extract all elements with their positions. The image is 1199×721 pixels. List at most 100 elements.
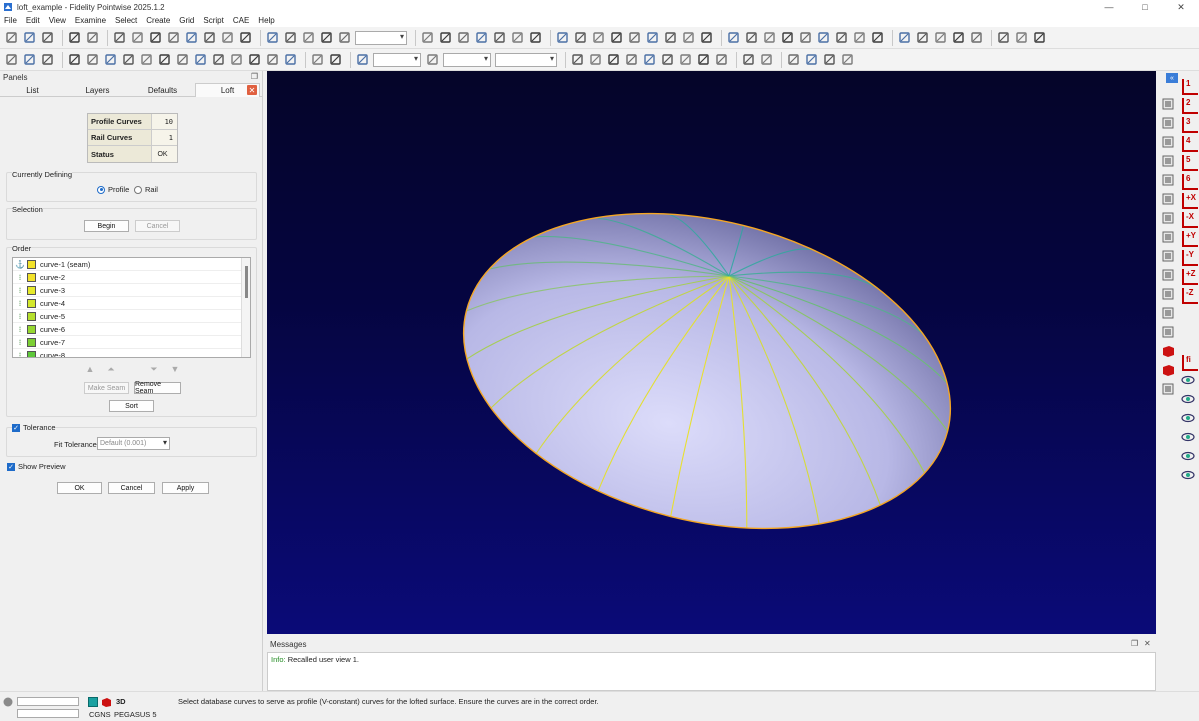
diamond-icon[interactable] bbox=[933, 30, 948, 45]
tab-layers[interactable]: Layers bbox=[65, 83, 130, 97]
rotate-view-icon[interactable] bbox=[1160, 229, 1175, 244]
eye-f-icon[interactable] bbox=[1180, 467, 1195, 482]
close-window-button[interactable]: ✕ bbox=[1163, 0, 1199, 14]
filter-icon[interactable] bbox=[184, 30, 199, 45]
plane-view-icon[interactable] bbox=[1160, 134, 1175, 149]
shape-icon[interactable] bbox=[726, 30, 741, 45]
probe-d-icon[interactable] bbox=[804, 52, 819, 67]
menu-cae[interactable]: CAE bbox=[233, 16, 249, 25]
fit-view-icon[interactable]: fi bbox=[1182, 355, 1198, 371]
list-item[interactable]: ⁝ curve-7 bbox=[13, 336, 250, 349]
shape-b-icon[interactable] bbox=[744, 30, 759, 45]
orbit-icon[interactable] bbox=[714, 52, 729, 67]
circle-icon[interactable] bbox=[663, 30, 678, 45]
3d-viewport[interactable] bbox=[267, 71, 1156, 634]
block-view-icon[interactable] bbox=[1160, 153, 1175, 168]
dim-b-icon[interactable] bbox=[588, 52, 603, 67]
ok-button[interactable]: OK bbox=[57, 482, 102, 494]
shade-k-icon[interactable] bbox=[247, 52, 262, 67]
axis-view-1[interactable]: 1 bbox=[1182, 79, 1198, 95]
curve-icon[interactable] bbox=[627, 30, 642, 45]
apply-button[interactable]: Apply bbox=[162, 482, 209, 494]
axis-icon[interactable] bbox=[699, 30, 714, 45]
shade-c-icon[interactable] bbox=[103, 52, 118, 67]
list-item[interactable]: ⁝ curve-3 bbox=[13, 284, 250, 297]
screen-view-icon[interactable] bbox=[1160, 191, 1175, 206]
list-item[interactable]: ⚓ curve-1 (seam) bbox=[13, 258, 250, 271]
axis-view-minus-y[interactable]: -Y bbox=[1182, 250, 1198, 266]
split-view-icon[interactable] bbox=[1160, 305, 1175, 320]
target-icon[interactable] bbox=[681, 30, 696, 45]
undo-icon[interactable] bbox=[67, 30, 82, 45]
menu-edit[interactable]: Edit bbox=[26, 16, 40, 25]
cube-red-b-icon[interactable] bbox=[1160, 362, 1175, 377]
cancel-button[interactable]: Cancel bbox=[108, 482, 155, 494]
eye-d-icon[interactable] bbox=[1180, 429, 1195, 444]
plane-icon[interactable] bbox=[238, 30, 253, 45]
menu-script[interactable]: Script bbox=[203, 16, 223, 25]
axis-view-minus-z[interactable]: -Z bbox=[1182, 288, 1198, 304]
tab-defaults[interactable]: Defaults bbox=[130, 83, 195, 97]
shade-g-icon[interactable] bbox=[175, 52, 190, 67]
menu-help[interactable]: Help bbox=[258, 16, 274, 25]
blank-view-icon[interactable] bbox=[1160, 115, 1175, 130]
toolbar-combo[interactable] bbox=[373, 52, 421, 67]
list-item[interactable]: ⁝ curve-5 bbox=[13, 310, 250, 323]
dim-icon[interactable] bbox=[570, 52, 585, 67]
grid-e-icon[interactable] bbox=[337, 30, 352, 45]
grid-c-icon[interactable] bbox=[301, 30, 316, 45]
save-icon[interactable] bbox=[40, 30, 55, 45]
point-icon[interactable] bbox=[420, 30, 435, 45]
conic-icon[interactable] bbox=[645, 30, 660, 45]
move-top-icon[interactable]: ⏶ bbox=[104, 364, 118, 374]
axis-view-2[interactable]: 2 bbox=[1182, 98, 1198, 114]
reset-view-icon[interactable] bbox=[1160, 381, 1175, 396]
move-up-icon[interactable]: ▲ bbox=[83, 364, 97, 374]
toolbar-combo[interactable] bbox=[495, 52, 557, 67]
dim-c-icon[interactable] bbox=[606, 52, 621, 67]
toolbar-combo[interactable] bbox=[355, 30, 407, 45]
connect-view-icon[interactable] bbox=[1160, 210, 1175, 225]
node-e-icon[interactable] bbox=[528, 30, 543, 45]
gear-icon[interactable] bbox=[4, 52, 19, 67]
menu-view[interactable]: View bbox=[49, 16, 66, 25]
layer-b-view-icon[interactable] bbox=[1160, 324, 1175, 339]
probe-f-icon[interactable] bbox=[840, 52, 855, 67]
list-item[interactable]: ⁝ curve-4 bbox=[13, 297, 250, 310]
begin-button[interactable]: Begin bbox=[84, 220, 129, 232]
remove-seam-button[interactable]: Remove Seam bbox=[134, 381, 181, 395]
tab-list[interactable]: List bbox=[0, 83, 65, 97]
probe-c-icon[interactable] bbox=[786, 52, 801, 67]
cube-icon[interactable] bbox=[202, 30, 217, 45]
toolbar-combo[interactable] bbox=[443, 52, 491, 67]
shade-f-icon[interactable] bbox=[157, 52, 172, 67]
list-item[interactable]: ⁝ curve-2 bbox=[13, 271, 250, 284]
triangle-icon[interactable] bbox=[951, 30, 966, 45]
new-icon[interactable] bbox=[4, 30, 19, 45]
grid-d-icon[interactable] bbox=[319, 30, 334, 45]
axis-view-4[interactable]: 4 bbox=[1182, 136, 1198, 152]
shape-h-icon[interactable] bbox=[852, 30, 867, 45]
menu-select[interactable]: Select bbox=[115, 16, 137, 25]
select-all-icon[interactable] bbox=[130, 30, 145, 45]
stack-view-icon[interactable] bbox=[1160, 267, 1175, 282]
shape-e-icon[interactable] bbox=[798, 30, 813, 45]
node-d-icon[interactable] bbox=[510, 30, 525, 45]
brush-icon[interactable] bbox=[40, 52, 55, 67]
pencil-icon[interactable] bbox=[425, 52, 440, 67]
line-icon[interactable] bbox=[555, 30, 570, 45]
eye-e-icon[interactable] bbox=[1180, 448, 1195, 463]
probe-icon[interactable] bbox=[741, 52, 756, 67]
axis-view-5[interactable]: 5 bbox=[1182, 155, 1198, 171]
shade-e-icon[interactable] bbox=[139, 52, 154, 67]
axis-view-minus-x[interactable]: -X bbox=[1182, 212, 1198, 228]
arc-icon[interactable] bbox=[573, 30, 588, 45]
probe-b-icon[interactable] bbox=[759, 52, 774, 67]
order-list-scrollbar[interactable] bbox=[241, 258, 250, 357]
float-panel-icon[interactable]: ❐ bbox=[251, 72, 258, 81]
shade-j-icon[interactable] bbox=[229, 52, 244, 67]
shade-b-icon[interactable] bbox=[85, 52, 100, 67]
pin-icon[interactable] bbox=[355, 52, 370, 67]
sum-icon[interactable] bbox=[624, 52, 639, 67]
box-icon[interactable] bbox=[438, 30, 453, 45]
